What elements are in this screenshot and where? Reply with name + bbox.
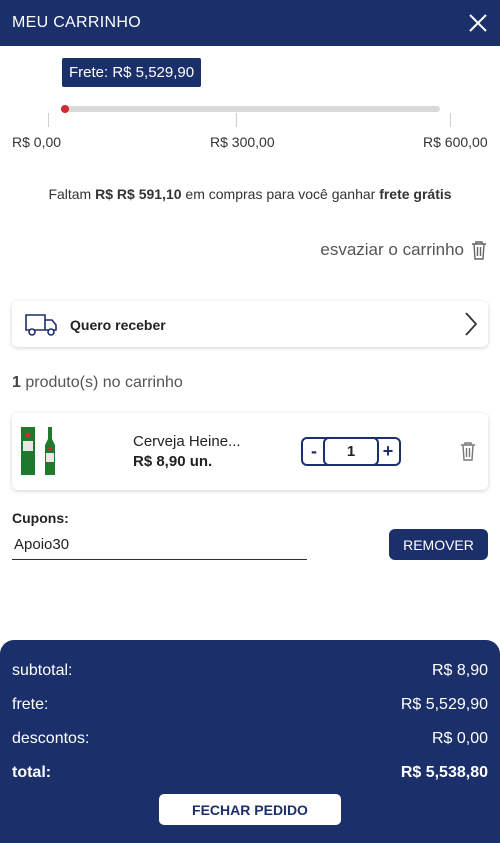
progress-tick <box>236 113 237 127</box>
total-value: R$ 5,538,80 <box>400 764 488 781</box>
discount-row: descontos: R$ 0,00 <box>12 730 488 748</box>
empty-cart-label: esvaziar o carrinho <box>320 240 464 259</box>
remaining-middle: em compras para você ganhar <box>185 186 376 202</box>
truck-icon <box>25 314 57 336</box>
remove-coupon-button[interactable]: REMOVER <box>389 529 488 560</box>
subtotal-row: subtotal: R$ 8,90 <box>12 662 488 680</box>
coupon-label: Cupons: <box>12 510 69 526</box>
order-summary: subtotal: R$ 8,90 frete: R$ 5,529,90 des… <box>0 640 500 843</box>
tick-label-mid: R$ 300,00 <box>210 134 275 150</box>
progress-tick <box>48 113 49 127</box>
remaining-amount: R$ R$ 591,10 <box>95 186 182 202</box>
cart-title: MEU CARRINHO <box>12 14 141 31</box>
freight-row: frete: R$ 5,529,90 <box>12 696 488 714</box>
tick-label-max: R$ 600,00 <box>423 134 488 150</box>
products-count: 1 produto(s) no carrinho <box>12 374 183 392</box>
total-label: total: <box>12 764 52 781</box>
coupon-input[interactable] <box>12 530 307 560</box>
delivery-label: Quero receber <box>70 317 166 333</box>
remove-item-icon[interactable] <box>459 441 477 461</box>
freight-tooltip: Frete: R$ 5,529,90 <box>62 58 202 87</box>
products-count-label: produto(s) no carrinho <box>25 374 183 391</box>
quantity-input[interactable]: 1 <box>323 437 379 466</box>
product-price: R$ 8,90 un. <box>133 453 213 470</box>
beer-bottle-image <box>21 427 55 475</box>
trash-icon <box>472 241 486 260</box>
subtotal-label: subtotal: <box>12 662 73 679</box>
tick-label-min: R$ 0,00 <box>12 134 62 150</box>
freight-progress-bar <box>61 105 440 113</box>
quantity-stepper: - 1 + <box>301 437 401 466</box>
free-shipping-message: Faltam R$ R$ 591,10 em compras para você… <box>0 186 500 202</box>
progress-tick <box>450 113 451 127</box>
decrease-quantity-button[interactable]: - <box>305 439 323 464</box>
cart-header: MEU CARRINHO <box>0 0 500 46</box>
remaining-prefix: Faltam <box>48 186 92 202</box>
freight-value: R$ 5,529,90 <box>400 696 488 713</box>
checkout-button[interactable]: FECHAR PEDIDO <box>159 794 341 825</box>
cart-item: Cerveja Heine... R$ 8,90 un. - 1 + <box>12 413 488 490</box>
freight-label: frete: <box>12 696 49 713</box>
freight-progress-dot <box>61 105 69 113</box>
empty-cart-button[interactable]: esvaziar o carrinho <box>320 240 488 260</box>
subtotal-value: R$ 8,90 <box>431 662 488 679</box>
chevron-right-icon <box>465 312 478 336</box>
close-icon[interactable] <box>466 11 490 35</box>
products-count-number: 1 <box>12 374 21 391</box>
product-name[interactable]: Cerveja Heine... <box>133 433 241 450</box>
discount-value: R$ 0,00 <box>431 730 488 747</box>
delivery-option-card[interactable]: Quero receber <box>12 301 488 347</box>
increase-quantity-button[interactable]: + <box>379 439 397 464</box>
total-row: total: R$ 5,538,80 <box>12 764 488 782</box>
discount-label: descontos: <box>12 730 90 747</box>
free-shipping-highlight: frete grátis <box>379 186 452 202</box>
